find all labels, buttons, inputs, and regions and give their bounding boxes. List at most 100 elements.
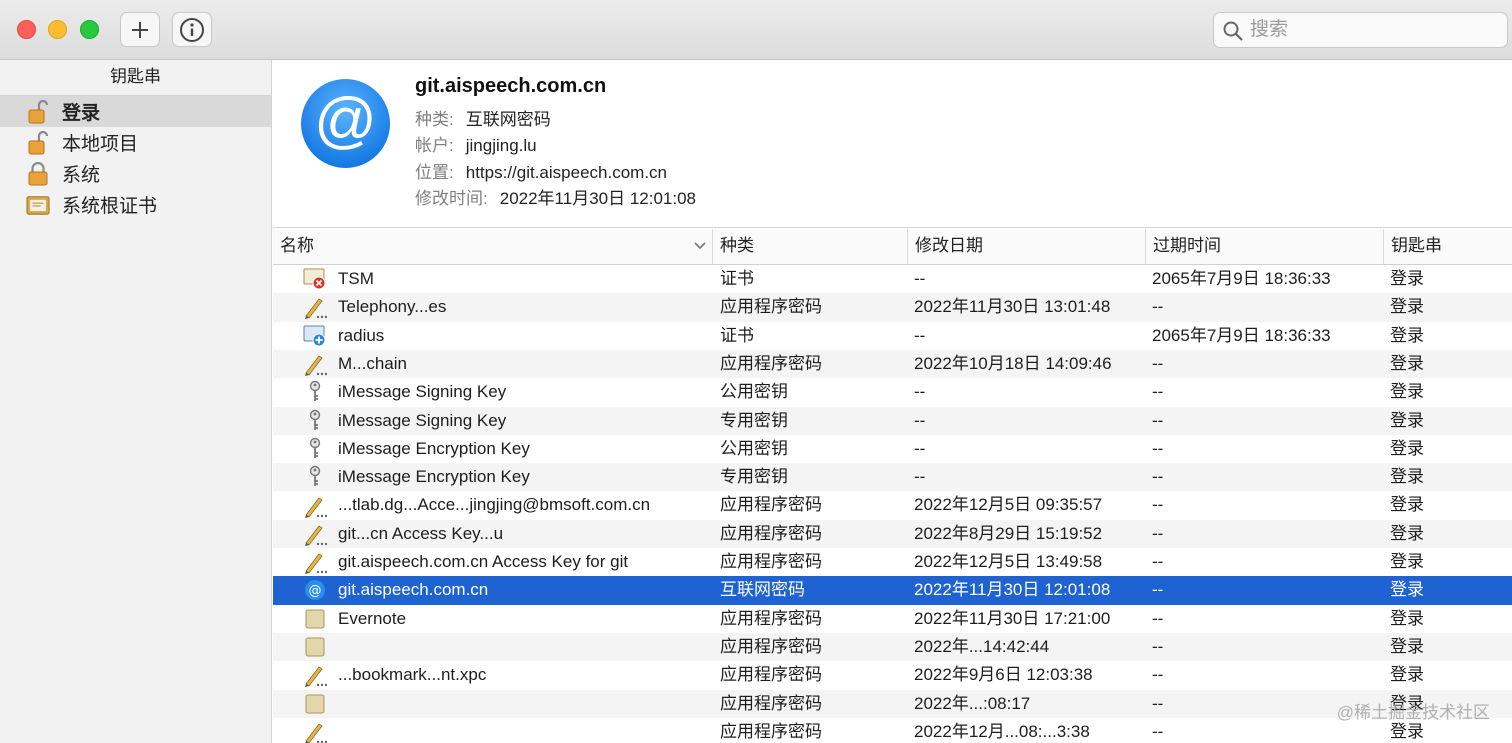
pencil-note-icon <box>302 350 328 378</box>
close-window-button[interactable] <box>17 20 36 39</box>
cell-name: iMessage Encryption Key <box>338 438 530 458</box>
cell-modified: 2022年9月6日 12:03:38 <box>914 665 1093 685</box>
cell-kind: 应用程序密码 <box>720 523 822 543</box>
cell-expires: 2065年7月9日 18:36:33 <box>1152 269 1331 288</box>
table-row[interactable]: 应用程序密码 2022年...14:42:44 -- 登录 <box>273 632 1512 662</box>
cell-modified: 2022年10月18日 14:09:46 <box>914 353 1112 373</box>
cell-name: iMessage Signing Key <box>338 410 507 430</box>
table-row[interactable]: iMessage Signing Key 专用密钥 -- -- 登录 <box>273 406 1512 435</box>
key-icon <box>302 378 328 406</box>
table-row[interactable]: iMessage Signing Key 公用密钥 -- -- 登录 <box>273 378 1512 406</box>
minimize-window-button[interactable] <box>48 20 67 39</box>
cell-name <box>338 718 710 743</box>
cell-modified: -- <box>914 269 926 288</box>
cell-modified: 2022年12月5日 13:49:58 <box>914 552 1103 571</box>
column-header-name[interactable]: 名称 <box>273 229 712 265</box>
column-header-modified[interactable]: 修改日期 <box>907 229 1145 265</box>
cell-keychain: 登录 <box>1390 636 1424 656</box>
cell-kind: 专用密钥 <box>720 410 788 430</box>
sidebar-item-label: 本地项目 <box>62 134 139 155</box>
cell-modified: 2022年11月30日 17:21:00 <box>914 608 1111 628</box>
table-row[interactable]: git...cn Access Key...u 应用程序密码 2022年8月29日 … <box>273 519 1512 548</box>
certificate-folder-icon <box>26 193 50 217</box>
cell-keychain: 登录 <box>1390 297 1424 317</box>
key-icon <box>302 407 328 435</box>
search-input[interactable] <box>1250 17 1500 43</box>
cell-keychain: 登录 <box>1390 410 1424 430</box>
sidebar-item-system-roots[interactable]: 系统根证书 <box>0 189 271 220</box>
cell-keychain: 登录 <box>1390 467 1424 487</box>
cell-expires: 2065年7月9日 18:36:33 <box>1152 325 1331 345</box>
cell-modified: 2022年11月30日 13:01:48 <box>914 297 1111 317</box>
cell-keychain: 登录 <box>1390 665 1424 685</box>
cell-kind: 专用密钥 <box>720 467 788 487</box>
sidebar-item-label: 系统根证书 <box>62 196 158 217</box>
keychain-items-table: 名称 种类 修改日期 过期时间 钥匙串 TSM 证书 -- 2065年7月9日 18:… <box>273 229 1512 743</box>
info-button[interactable] <box>172 12 212 47</box>
column-header-keychain[interactable]: 钥匙串 <box>1383 229 1512 265</box>
search-field[interactable] <box>1213 12 1508 48</box>
table-row[interactable]: M...chain 应用程序密码 2022年10月18日 14:09:46 -- 登录 <box>273 349 1512 379</box>
cell-kind: 应用程序密码 <box>720 353 822 373</box>
cell-modified: 2022年12月5日 09:35:57 <box>914 495 1103 515</box>
zoom-window-button[interactable] <box>80 20 99 39</box>
cell-name: git.aispeech.com.cn Access Key for git <box>338 552 629 571</box>
cell-keychain: 登录 <box>1390 353 1424 373</box>
pencil-note-icon <box>302 718 328 743</box>
search-icon <box>1223 21 1243 41</box>
cell-expires: -- <box>1152 608 1164 628</box>
pencil-note-icon <box>302 491 328 519</box>
table-row[interactable]: ...bookmark...nt.xpc 应用程序密码 2022年9月6日 12:0… <box>273 661 1512 689</box>
lock-open-icon <box>26 130 50 155</box>
cell-expires: -- <box>1152 438 1164 458</box>
table-row[interactable]: 应用程序密码 2022年12月...08:...3:38 -- 登录 <box>273 718 1512 743</box>
cell-expires: -- <box>1152 467 1164 487</box>
sidebar-item-login[interactable]: 登录 <box>0 96 271 127</box>
table-row[interactable]: iMessage Encryption Key 专用密钥 -- -- 登录 <box>273 463 1512 492</box>
cell-name: TSM <box>338 269 374 288</box>
table-row[interactable]: iMessage Encryption Key 公用密钥 -- -- 登录 <box>273 435 1512 463</box>
column-header-expires[interactable]: 过期时间 <box>1145 229 1383 265</box>
key-icon <box>302 435 328 463</box>
table-row[interactable]: Telephony...es 应用程序密码 2022年11月30日 13:01:48… <box>273 293 1512 322</box>
sidebar-item-label: 登录 <box>62 103 101 124</box>
table-row[interactable]: radius 证书 -- 2065年7月9日 18:36:33 登录 <box>273 322 1512 350</box>
cell-modified: 2022年...:08:17 <box>914 693 1031 713</box>
pencil-note-icon <box>302 661 328 689</box>
table-row[interactable]: git.aispeech.com.cn Access Key for git 应用… <box>273 548 1512 576</box>
cell-modified: 2022年...14:42:44 <box>914 636 1050 656</box>
cell-expires: -- <box>1152 495 1164 515</box>
cell-kind: 应用程序密码 <box>720 665 822 685</box>
cell-modified: -- <box>914 467 926 487</box>
sidebar-item-system[interactable]: 系统 <box>0 158 271 189</box>
table-row[interactable]: Evernote 应用程序密码 2022年11月30日 17:21:00 -- 登录 <box>273 605 1512 633</box>
cell-kind: 应用程序密码 <box>720 297 822 317</box>
cell-keychain: 登录 <box>1390 495 1424 515</box>
column-header-kind[interactable]: 种类 <box>712 229 907 265</box>
cell-name <box>338 633 710 661</box>
note-icon <box>302 605 328 633</box>
certificate-error-icon <box>302 265 328 293</box>
cell-kind: 应用程序密码 <box>720 608 822 628</box>
detail-location: 位置: https://git.aispeech.com.cn <box>415 163 668 182</box>
cell-keychain: 登录 <box>1390 580 1424 600</box>
cell-keychain: 登录 <box>1390 552 1424 571</box>
cell-kind: 证书 <box>720 325 754 345</box>
cell-name: git.aispeech.com.cn <box>338 580 489 600</box>
table-row[interactable]: TSM 证书 -- 2065年7月9日 18:36:33 登录 <box>273 265 1512 293</box>
cell-kind: 应用程序密码 <box>720 636 822 656</box>
detail-account: 帐户: jingjing.lu <box>415 136 537 155</box>
cell-keychain: 登录 <box>1390 382 1424 402</box>
table-row[interactable]: ...tlab.dg...Acce...jingjing@bmsoft.com.… <box>273 491 1512 519</box>
cell-expires: -- <box>1152 353 1164 373</box>
keychain-sidebar: 钥匙串 登录 本地项目 系统 系统根证书 <box>0 60 272 743</box>
item-detail-panel: @ git.aispeech.com.cn 种类: 互联网密码 帐户: jingji… <box>273 60 1512 228</box>
table-row[interactable]: @ git.aispeech.com.cn 互联网密码 2022年11月30日 12:… <box>273 576 1512 605</box>
add-item-button[interactable] <box>120 12 160 47</box>
table-row[interactable]: 应用程序密码 2022年...:08:17 -- 登录 <box>273 689 1512 718</box>
sidebar-item-local-items[interactable]: 本地项目 <box>0 127 271 158</box>
cell-kind: 证书 <box>720 269 754 288</box>
cell-expires: -- <box>1152 523 1164 543</box>
plus-icon <box>132 21 148 38</box>
cell-keychain: 登录 <box>1390 438 1424 458</box>
